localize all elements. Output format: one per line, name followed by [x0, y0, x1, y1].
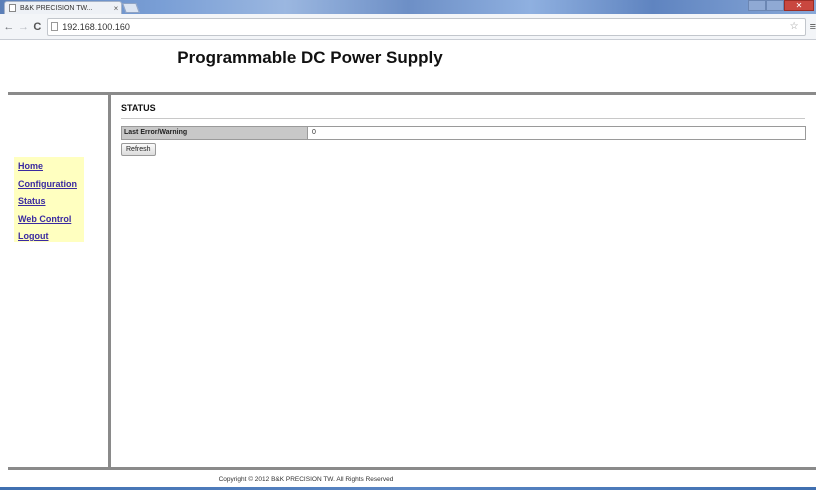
section-divider	[121, 118, 805, 119]
nav-link-web-control[interactable]: Web Control	[18, 211, 84, 229]
new-tab-button[interactable]	[122, 3, 140, 13]
header-divider	[8, 92, 816, 95]
reload-icon[interactable]: C	[33, 21, 41, 33]
page-icon	[51, 22, 59, 31]
footer-divider	[8, 467, 816, 470]
tab-close-icon[interactable]: ×	[111, 4, 121, 13]
browser-menu-icon[interactable]: ≡	[810, 21, 816, 33]
close-window-button[interactable]: ✕	[784, 0, 814, 11]
last-error-value: 0	[308, 127, 805, 139]
maximize-button[interactable]	[766, 0, 784, 11]
sidebar-divider	[108, 95, 111, 467]
nav-link-logout[interactable]: Logout	[18, 228, 84, 246]
minimize-button[interactable]	[748, 0, 766, 11]
copyright-text: Copyright © 2012 B&K PRECISION TW. All R…	[218, 476, 394, 483]
page-favicon-icon	[9, 4, 16, 12]
browser-tabstrip: B&K PRECISION TW... × ✕	[0, 0, 816, 14]
window-controls: ✕	[748, 0, 814, 11]
refresh-button[interactable]: Refresh	[121, 143, 156, 156]
section-heading: STATUS	[121, 103, 156, 113]
sidebar-nav: Home Configuration Status Web Control Lo…	[14, 157, 84, 242]
nav-link-home[interactable]: Home	[18, 158, 84, 176]
nav-link-configuration[interactable]: Configuration	[18, 176, 84, 194]
address-bar[interactable]: 192.168.100.160 ☆	[47, 17, 806, 36]
nav-link-status[interactable]: Status	[18, 193, 84, 211]
page-title: Programmable DC Power Supply	[177, 48, 443, 67]
browser-toolbar: ← → C 192.168.100.160 ☆ ≡	[0, 14, 816, 40]
back-icon[interactable]: ←	[3, 21, 15, 33]
status-table-row: Last Error/Warning 0	[121, 126, 806, 140]
bookmark-star-icon[interactable]: ☆	[790, 21, 799, 32]
browser-tab[interactable]: B&K PRECISION TW... ×	[4, 1, 122, 14]
forward-icon[interactable]: →	[18, 21, 30, 33]
address-url[interactable]: 192.168.100.160	[62, 22, 789, 32]
tab-title: B&K PRECISION TW...	[20, 4, 93, 12]
last-error-label: Last Error/Warning	[122, 127, 308, 139]
